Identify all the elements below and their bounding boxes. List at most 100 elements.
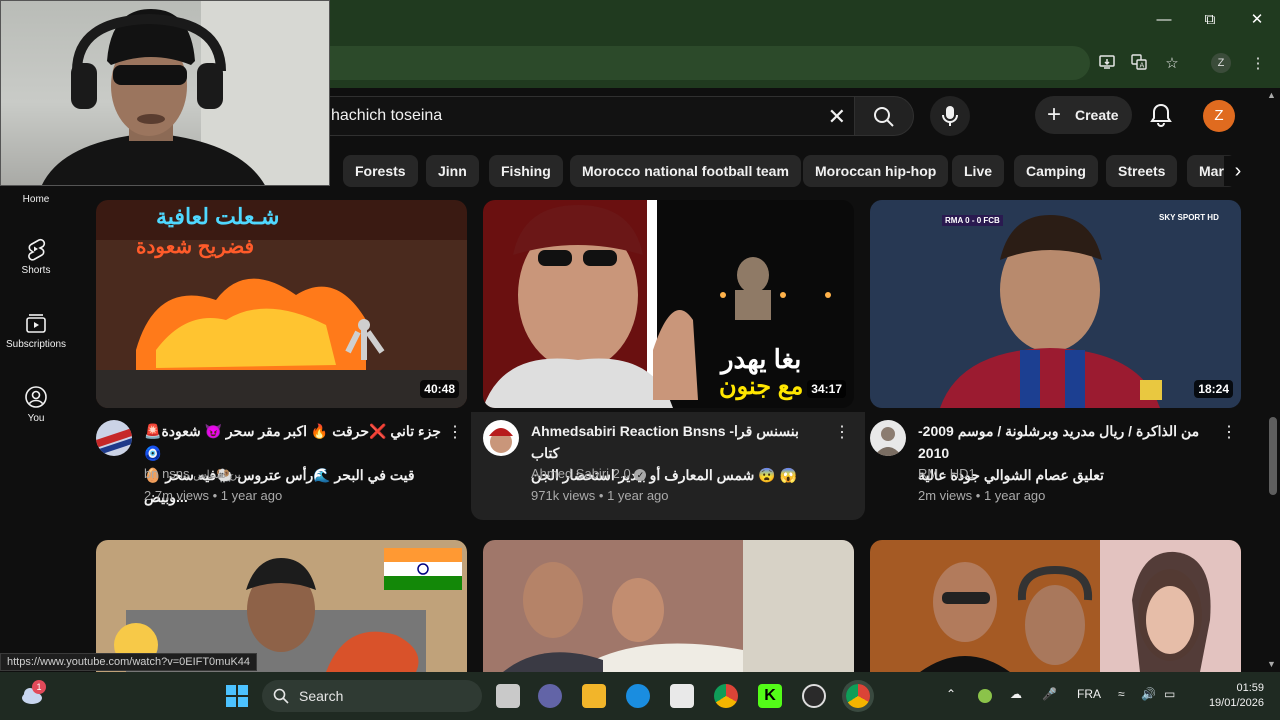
search-button[interactable]: [854, 96, 914, 136]
sidebar-item-shorts[interactable]: Shorts: [0, 237, 72, 276]
chip-forests[interactable]: Forests: [343, 155, 418, 187]
channel-name-arabic: بن نسناس: [193, 469, 241, 481]
teams-icon[interactable]: [538, 684, 562, 708]
address-bar[interactable]: [330, 46, 1090, 80]
you-label: You: [27, 413, 45, 424]
video-stats: 971k views • 1 year ago: [531, 488, 669, 503]
onedrive-cloud-icon[interactable]: ☁: [1010, 687, 1022, 701]
video-thumbnail[interactable]: [870, 540, 1241, 672]
scroll-down-arrow-icon[interactable]: ▼: [1267, 659, 1276, 669]
page-scrollbar-thumb[interactable]: [1269, 417, 1277, 495]
shorts-label: Shorts: [21, 265, 51, 276]
shorts-icon: [28, 238, 46, 261]
video-duration: 34:17: [807, 380, 846, 398]
task-view-icon[interactable]: [496, 684, 520, 708]
taskbar-clock[interactable]: 01:59 19/01/2026: [1198, 681, 1264, 711]
search-icon: [273, 688, 289, 704]
chip-morocco-football[interactable]: Morocco national football team: [570, 155, 801, 187]
chip-live[interactable]: Live: [952, 155, 1005, 187]
sidebar-item-you[interactable]: You: [0, 385, 72, 424]
video-title-line: Ahmedsabiri Reaction Bnsns -بنسنس قرا كت…: [531, 423, 799, 461]
webcam-person-image: [42, 1, 329, 185]
channel-name-text: bn nsns: [144, 466, 190, 481]
page-scrollbar-track[interactable]: [1266, 88, 1280, 672]
thumbnail-caption: مع جنون: [719, 373, 804, 400]
clear-search-icon[interactable]: ✕: [828, 104, 846, 130]
browser-menu-icon[interactable]: ⋮: [1247, 53, 1269, 75]
thumbnail-caption: بغا يهدر: [721, 344, 802, 374]
search-input[interactable]: hachich toseina ✕: [320, 96, 854, 136]
video-thumbnail[interactable]: [483, 540, 854, 672]
minimize-icon[interactable]: —: [1150, 8, 1178, 32]
thumbnail-caption: شـعلت لعافية: [156, 204, 280, 229]
channel-avatar[interactable]: [870, 420, 906, 456]
chrome-active-icon[interactable]: [846, 684, 870, 708]
link-status-url: https://www.youtube.com/watch?v=0EIFT0mu…: [0, 653, 258, 671]
battery-icon[interactable]: ▭: [1164, 687, 1175, 701]
tray-microphone-icon[interactable]: 🎤: [1042, 687, 1057, 701]
clock-date: 19/01/2026: [1208, 697, 1264, 709]
account-avatar[interactable]: Z: [1203, 100, 1235, 132]
video-stats: 2.7m views • 1 year ago: [144, 488, 283, 503]
close-icon[interactable]: ✕: [1243, 8, 1271, 32]
video-meta: من الذاكرة / ريال مدريد وبرشلونة / موسم …: [870, 420, 1241, 530]
edge-browser-icon[interactable]: [626, 684, 650, 708]
chips-next-chevron-icon[interactable]: ›: [1224, 156, 1252, 186]
windows-taskbar: 1 Search K ⌃ ☁ 🎤 FRA ≈ 🔊 ▭ 01:59 19/01/2…: [0, 672, 1280, 720]
taskbar-search-box[interactable]: Search: [262, 680, 482, 712]
video-thumbnail[interactable]: بغا يهدر مع جنون 34:17: [483, 200, 854, 408]
room-thumbnail-image: [483, 540, 854, 672]
more-actions-icon[interactable]: ⋮: [1221, 422, 1237, 442]
filter-chips-bar: Forests Jinn Fishing Morocco national fo…: [330, 155, 1260, 187]
svg-text:A: A: [1140, 62, 1145, 70]
football-thumbnail-image: [870, 200, 1241, 408]
bookmark-star-icon[interactable]: ☆: [1161, 53, 1183, 75]
chrome-icon[interactable]: [714, 684, 738, 708]
more-actions-icon[interactable]: ⋮: [834, 422, 850, 442]
channel-avatar[interactable]: [483, 420, 519, 456]
channel-name[interactable]: RM - HD1: [918, 466, 976, 481]
chip-moroccan-hiphop[interactable]: Moroccan hip-hop: [803, 155, 949, 187]
subscriptions-label: Subscriptions: [5, 339, 67, 350]
restore-icon[interactable]: ⧉: [1196, 8, 1224, 32]
video-thumbnail[interactable]: RMA 0 - 0 FCB SKY SPORT HD 18:24: [870, 200, 1241, 408]
browser-profile-avatar[interactable]: Z: [1211, 53, 1231, 73]
language-indicator[interactable]: FRA: [1077, 687, 1101, 701]
chip-streets[interactable]: Streets: [1106, 155, 1178, 187]
microsoft-store-icon[interactable]: [670, 684, 694, 708]
weather-widget[interactable]: 1: [20, 680, 46, 706]
channel-name-text: Ahmed Sabiri 2.0: [531, 466, 631, 481]
chip-camping[interactable]: Camping: [1014, 155, 1098, 187]
video-thumbnail[interactable]: شـعلت لعافية فضريح شعودة 40:48: [96, 200, 467, 408]
install-app-icon[interactable]: [1096, 53, 1118, 75]
thumbnail-caption: فضريح شعودة: [136, 236, 255, 258]
create-button[interactable]: + Create: [1035, 96, 1132, 134]
channel-name[interactable]: bn nsns بن نسناس: [144, 466, 241, 481]
video-title-line: من الذاكرة / ريال مدريد وبرشلونة / موسم …: [918, 423, 1200, 461]
video-duration: 40:48: [420, 380, 459, 398]
scroll-up-arrow-icon[interactable]: ▲: [1267, 90, 1276, 100]
sidebar-item-home[interactable]: Home: [0, 194, 72, 205]
file-explorer-icon[interactable]: [582, 684, 606, 708]
obs-icon[interactable]: [802, 684, 826, 708]
volume-icon[interactable]: 🔊: [1141, 687, 1156, 701]
webcam-overlay: [0, 0, 330, 186]
wifi-icon[interactable]: ≈: [1118, 687, 1125, 701]
voice-search-button[interactable]: [930, 96, 970, 136]
more-actions-icon[interactable]: ⋮: [447, 422, 463, 442]
channel-name[interactable]: Ahmed Sabiri 2.0 ✓: [531, 466, 647, 481]
tray-app-icon[interactable]: [978, 689, 992, 703]
chip-fishing[interactable]: Fishing: [489, 155, 563, 187]
sidebar-item-subscriptions[interactable]: Subscriptions: [0, 311, 72, 350]
translate-icon[interactable]: A: [1128, 53, 1150, 75]
home-label: Home: [22, 194, 50, 205]
channel-avatar[interactable]: [96, 420, 132, 456]
notifications-bell-icon[interactable]: [1148, 102, 1174, 128]
tray-overflow-chevron-icon[interactable]: ⌃: [946, 687, 956, 701]
user-icon: [25, 386, 47, 408]
windows-start-icon[interactable]: [225, 684, 249, 708]
kick-app-icon[interactable]: K: [758, 684, 782, 708]
chip-jinn[interactable]: Jinn: [426, 155, 479, 187]
streamers-thumbnail-image: [870, 540, 1241, 672]
scoreboard-text: RMA 0 - 0 FCB: [942, 215, 1003, 226]
